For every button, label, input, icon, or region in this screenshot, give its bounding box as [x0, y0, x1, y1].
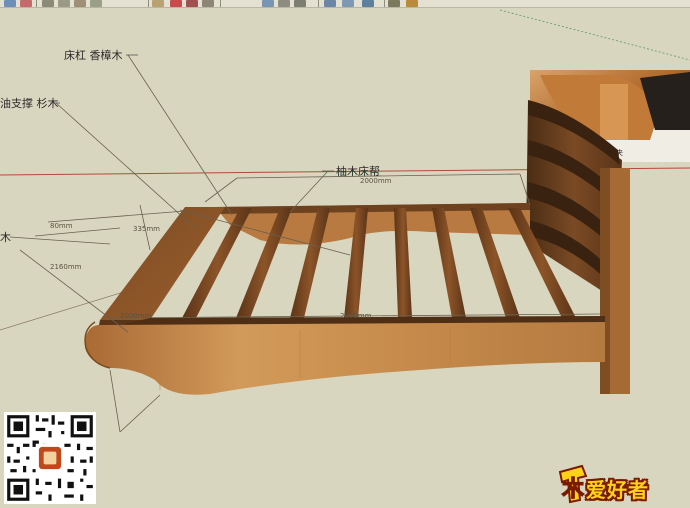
label-support: 油支撑 杉木	[0, 96, 59, 110]
dim-335: 335mm	[133, 225, 160, 233]
side-rail-left	[100, 207, 225, 320]
leader-line	[9, 236, 111, 245]
label-bed-rail: 床杠 香樟木	[64, 48, 123, 62]
front-rail	[84, 322, 606, 395]
guide-line-green	[499, 9, 690, 61]
dim-80: 80mm	[50, 222, 73, 230]
dimension-line	[34, 227, 121, 237]
dim-2000-bottom: 2000mm	[120, 312, 152, 320]
dim-2160: 2160mm	[50, 263, 82, 271]
label-left-partial: 木	[0, 231, 11, 244]
logo-glyph: 木	[561, 477, 585, 502]
dimension-line	[47, 210, 186, 223]
leader-line	[55, 102, 196, 229]
dimension-line	[119, 394, 161, 433]
dim-2000-top: 2000mm	[360, 177, 392, 185]
dim-2000-mid: 2000mm	[340, 312, 372, 320]
label-slats: 柚木床帮	[336, 164, 380, 178]
model-viewport[interactable]: 撑平夹	[0, 0, 690, 508]
leader-line	[127, 54, 233, 216]
qr-code	[4, 412, 96, 504]
dimension-line	[109, 369, 121, 433]
logo-text: 爱好者	[586, 478, 649, 502]
